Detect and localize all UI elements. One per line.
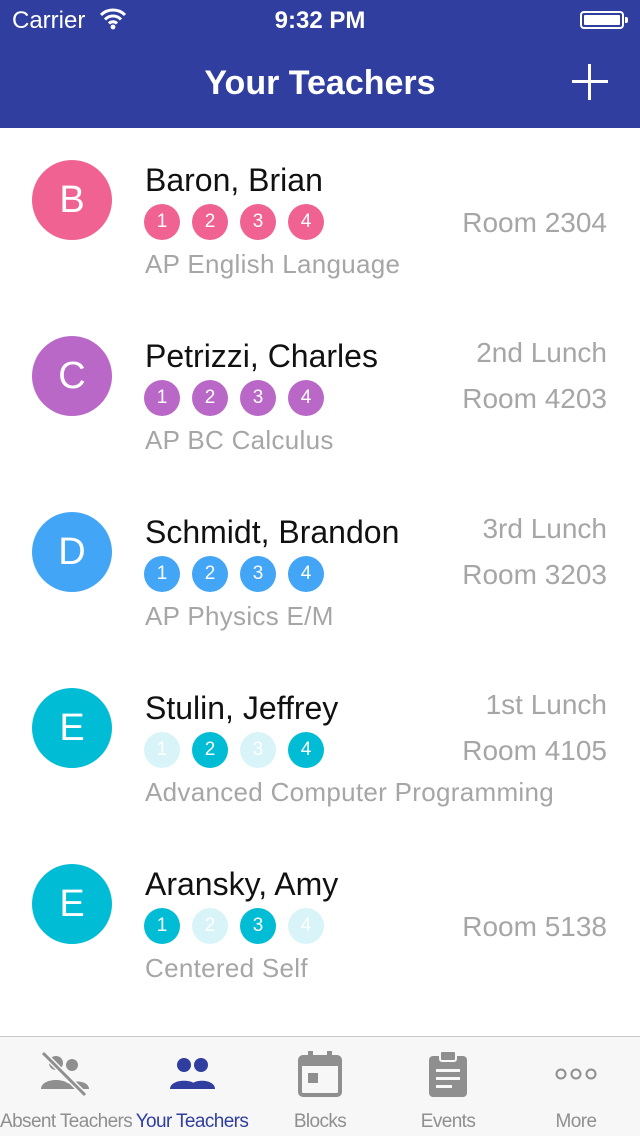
block-dot: 1 — [144, 908, 180, 944]
block-dot: 4 — [288, 732, 324, 768]
your-teachers-icon — [167, 1049, 217, 1099]
teacher-name: Aransky, Amy — [145, 866, 339, 902]
block-dot: 1 — [144, 732, 180, 768]
clipboard-icon — [423, 1049, 473, 1099]
room-label: Room 4203 — [462, 383, 607, 414]
tab-clipboard[interactable]: Events — [384, 1037, 512, 1137]
more-icon — [551, 1049, 601, 1099]
add-teacher-button[interactable] — [570, 62, 610, 102]
course-name: AP English Language — [145, 249, 401, 279]
page-title: Your Teachers — [204, 64, 436, 102]
room-label: Room 3203 — [462, 559, 607, 590]
room-label: Room 5138 — [462, 911, 607, 942]
tab-absent-teachers[interactable]: Absent Teachers — [0, 1037, 133, 1137]
tab-label: Absent Teachers — [0, 1111, 133, 1132]
block-dot: 2 — [192, 732, 228, 768]
teacher-avatar: B — [32, 160, 112, 240]
room-label: Room 4105 — [462, 735, 607, 766]
teacher-name: Baron, Brian — [145, 162, 323, 198]
block-dot: 4 — [288, 556, 324, 592]
tab-label: Your Teachers — [135, 1111, 249, 1132]
course-name: Centered Self — [145, 953, 308, 983]
battery-icon — [580, 11, 628, 29]
block-dot: 2 — [192, 908, 228, 944]
block-dot: 2 — [192, 380, 228, 416]
block-dot: 4 — [288, 380, 324, 416]
tab-bar: Absent Teachers Your Teachers Blocks Events… — [0, 1036, 640, 1136]
course-name: Advanced Computer Programming — [145, 777, 554, 807]
block-dot: 2 — [192, 204, 228, 240]
lunch-label: 2nd Lunch — [476, 337, 607, 368]
block-dot: 2 — [192, 556, 228, 592]
block-dot: 4 — [288, 908, 324, 944]
teacher-name: Stulin, Jeffrey — [145, 690, 339, 726]
lunch-label: 3rd Lunch — [482, 513, 607, 544]
teacher-row[interactable]: E Aransky, Amy 1 2 3 4 Centered Self Room 5138 — [0, 832, 640, 1008]
teacher-avatar: E — [32, 688, 112, 768]
teacher-row[interactable]: E Stulin, Jeffrey 1 2 3 4 Advanced Computer Pr… — [0, 656, 640, 832]
tab-label: Blocks — [293, 1111, 347, 1132]
teacher-avatar: E — [32, 864, 112, 944]
lunch-label: 1st Lunch — [485, 689, 607, 720]
block-dot: 1 — [144, 380, 180, 416]
block-dot: 3 — [240, 204, 276, 240]
status-time: 9:32 PM — [274, 7, 366, 34]
calendar-icon — [295, 1049, 345, 1099]
status-bar: Carrier 9:32 PM — [0, 0, 640, 40]
block-dot: 4 — [288, 204, 324, 240]
block-dot: 3 — [240, 380, 276, 416]
teacher-list: B Baron, Brian 1 2 3 4 AP English Language Room… — [0, 128, 640, 1036]
teacher-name: Schmidt, Brandon — [145, 514, 400, 550]
block-dot: 1 — [144, 204, 180, 240]
teacher-name: Petrizzi, Charles — [145, 338, 378, 374]
course-name: AP Physics E/M — [145, 601, 334, 631]
tab-label: Events — [420, 1111, 476, 1132]
block-dot: 3 — [240, 732, 276, 768]
block-dot: 3 — [240, 908, 276, 944]
teacher-row[interactable]: D Schmidt, Brandon 1 2 3 4 AP Physics E/M 3rd L… — [0, 480, 640, 656]
teacher-row[interactable]: C Petrizzi, Charles 1 2 3 4 AP BC Calculus 2nd … — [0, 304, 640, 480]
tab-more[interactable]: More — [512, 1037, 640, 1137]
teacher-avatar: C — [32, 336, 112, 416]
block-dot: 1 — [144, 556, 180, 592]
absent-teachers-icon — [39, 1049, 89, 1099]
tab-your-teachers[interactable]: Your Teachers — [128, 1037, 256, 1137]
block-dot: 3 — [240, 556, 276, 592]
course-name: AP BC Calculus — [145, 425, 334, 455]
teacher-row[interactable]: B Baron, Brian 1 2 3 4 AP English Language Room… — [0, 128, 640, 304]
nav-header: Carrier 9:32 PM Your Teachers — [0, 0, 640, 128]
teacher-avatar: D — [32, 512, 112, 592]
tab-calendar[interactable]: Blocks — [256, 1037, 384, 1137]
room-label: Room 2304 — [462, 207, 607, 238]
tab-label: More — [555, 1111, 597, 1132]
